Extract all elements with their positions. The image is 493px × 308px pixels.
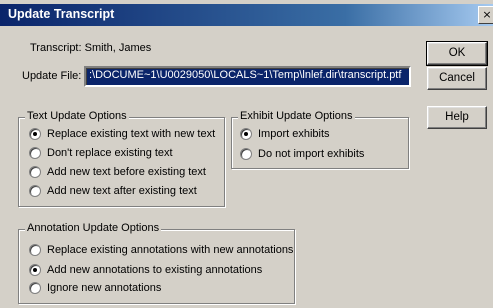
radio-label: Import exhibits: [258, 128, 330, 140]
radio-label: Don't replace existing text: [47, 147, 173, 159]
radio-icon[interactable]: [29, 147, 41, 159]
ok-button[interactable]: OK: [426, 41, 488, 66]
radio-dont-replace-text[interactable]: Don't replace existing text: [29, 147, 173, 160]
radio-no-import-exhibits[interactable]: Do not import exhibits: [240, 148, 364, 161]
radio-label: Replace existing text with new text: [47, 128, 216, 140]
radio-icon[interactable]: [29, 166, 41, 178]
radio-icon[interactable]: [240, 148, 252, 160]
radio-import-exhibits[interactable]: Import exhibits: [240, 128, 330, 141]
exhibit-update-legend: Exhibit Update Options: [238, 110, 355, 122]
radio-ignore-annotations[interactable]: Ignore new annotations: [29, 282, 161, 295]
radio-label: Add new text before existing text: [47, 166, 206, 178]
help-button[interactable]: Help: [427, 106, 487, 129]
window-title: Update Transcript: [8, 7, 115, 21]
radio-add-after[interactable]: Add new text after existing text: [29, 185, 197, 198]
radio-add-before[interactable]: Add new text before existing text: [29, 166, 206, 179]
radio-selected-icon[interactable]: [29, 264, 41, 276]
radio-label: Ignore new annotations: [47, 282, 162, 294]
radio-icon[interactable]: [29, 282, 41, 294]
radio-icon[interactable]: [29, 185, 41, 197]
update-file-field[interactable]: :\DOCUME~1\U0029050\LOCALS~1\Temp\lnlef.…: [84, 66, 411, 87]
radio-add-annotations[interactable]: Add new annotations to existing annotati…: [29, 264, 262, 277]
exhibit-update-group: Exhibit Update Options Import exhibits D…: [231, 110, 409, 169]
radio-label: Do not import exhibits: [258, 148, 365, 160]
text-update-legend: Text Update Options: [25, 110, 129, 122]
annotation-update-legend: Annotation Update Options: [25, 222, 162, 234]
update-transcript-dialog: Update Transcript × Transcript: Smith, J…: [0, 0, 493, 308]
radio-replace-annotations[interactable]: Replace existing annotations with new an…: [29, 244, 293, 257]
close-icon[interactable]: ×: [478, 6, 493, 24]
transcript-label: Transcript: Smith, James: [30, 42, 152, 54]
radio-label: Add new text after existing text: [47, 185, 197, 197]
radio-selected-icon[interactable]: [29, 128, 41, 140]
annotation-update-group: Annotation Update Options Replace existi…: [18, 222, 295, 304]
radio-replace-text[interactable]: Replace existing text with new text: [29, 128, 215, 141]
radio-icon[interactable]: [29, 244, 41, 256]
text-update-group: Text Update Options Replace existing tex…: [18, 110, 225, 207]
radio-label: Replace existing annotations with new an…: [47, 244, 294, 256]
title-bar[interactable]: Update Transcript ×: [0, 4, 493, 26]
update-file-label: Update File:: [22, 70, 82, 82]
cancel-button[interactable]: Cancel: [427, 67, 487, 90]
radio-label: Add new annotations to existing annotati…: [47, 264, 263, 276]
radio-selected-icon[interactable]: [240, 128, 252, 140]
